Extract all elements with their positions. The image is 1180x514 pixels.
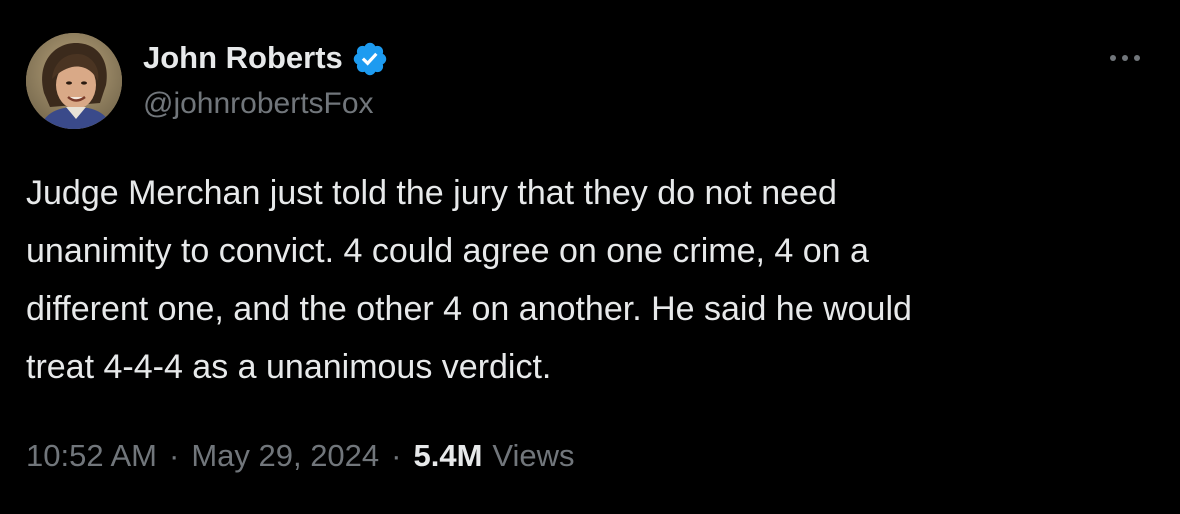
- author-handle[interactable]: @johnrobertsFox: [143, 84, 374, 124]
- tweet-text-line: unanimity to convict. 4 could agree on o…: [26, 232, 869, 270]
- author-display-name[interactable]: John Roberts: [143, 38, 343, 78]
- tweet-card: John Roberts @johnrobertsFox Judge Merch…: [0, 0, 1180, 514]
- tweet-time[interactable]: 10:52 AM: [26, 438, 157, 474]
- views-label: Views: [492, 438, 575, 473]
- tweet-text: Judge Merchan just told the jury that th…: [26, 164, 1146, 396]
- more-horizontal-icon: [1110, 55, 1140, 61]
- author-name-row: John Roberts: [143, 38, 389, 78]
- tweet-text-line: Judge Merchan just told the jury that th…: [26, 174, 837, 212]
- more-options-button[interactable]: [1100, 40, 1150, 76]
- tweet-date[interactable]: May 29, 2024: [191, 438, 379, 474]
- verified-badge-icon[interactable]: [351, 40, 389, 78]
- meta-separator: ·: [168, 438, 180, 473]
- tweet-text-line: different one, and the other 4 on anothe…: [26, 290, 912, 328]
- avatar[interactable]: [26, 33, 122, 129]
- views-link[interactable]: 5.4M Views: [414, 438, 575, 474]
- profile-photo: [26, 33, 122, 129]
- tweet-text-line: treat 4-4-4 as a unanimous verdict.: [26, 348, 552, 386]
- meta-separator: ·: [391, 438, 402, 473]
- tweet-meta: 10:52 AM · May 29, 2024 · 5.4M Views: [26, 434, 575, 478]
- views-count: 5.4M: [413, 438, 483, 473]
